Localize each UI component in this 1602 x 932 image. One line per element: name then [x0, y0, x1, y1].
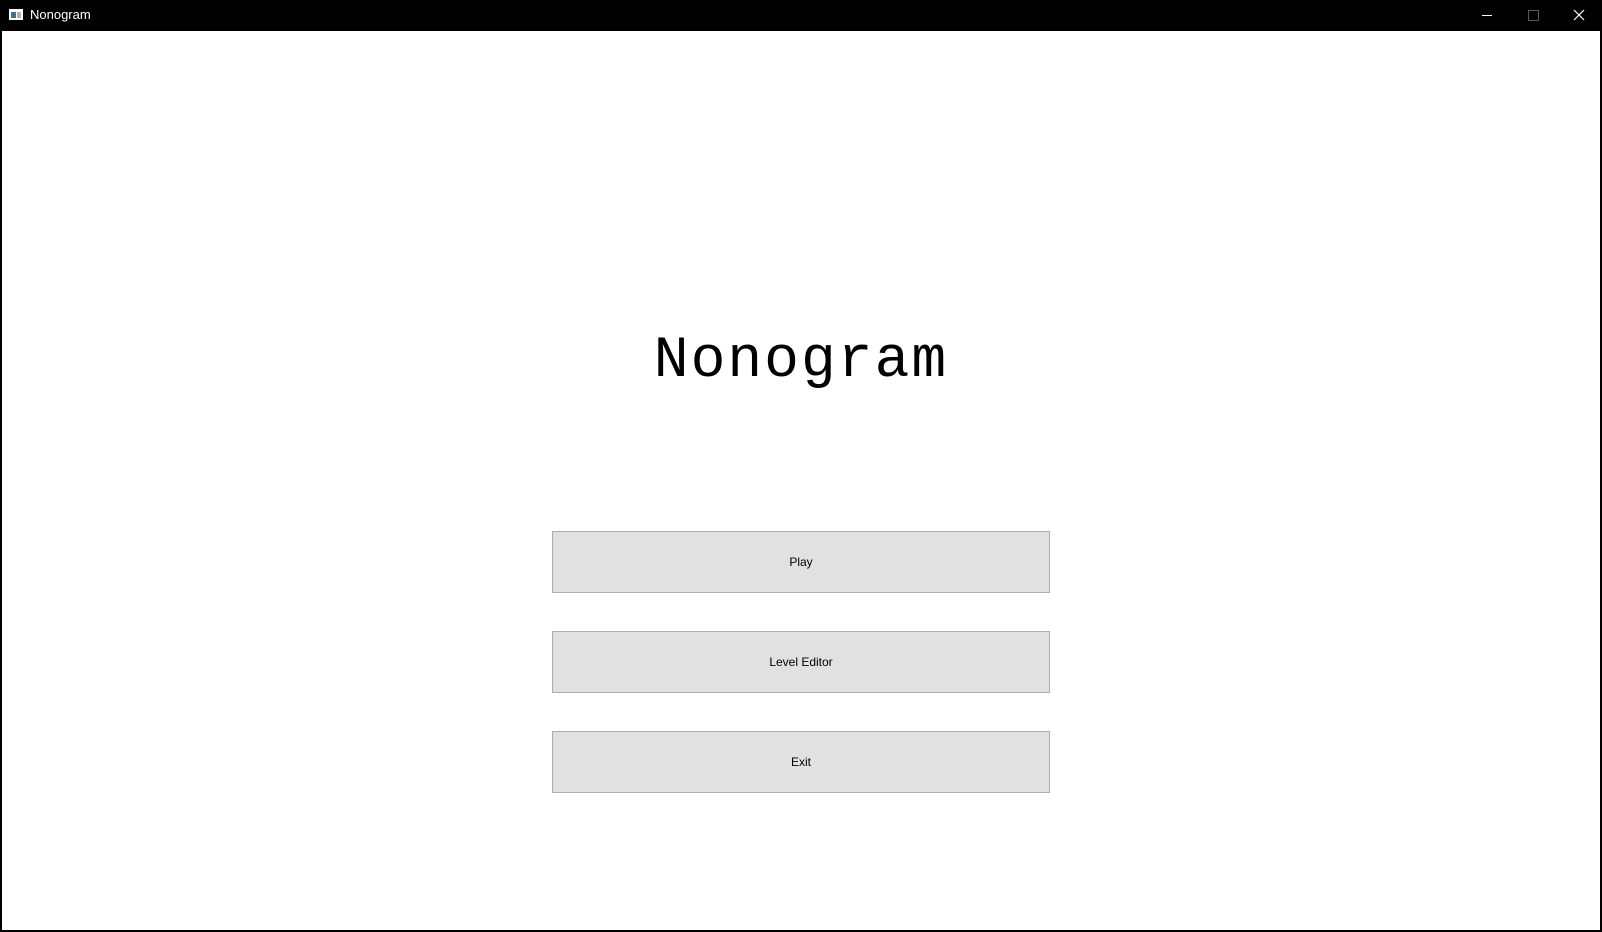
close-icon [1573, 9, 1585, 21]
level-editor-button[interactable]: Level Editor [552, 631, 1050, 693]
minimize-button[interactable] [1464, 0, 1510, 31]
main-menu: Nonogram Play Level Editor Exit [2, 31, 1600, 930]
title-bar[interactable]: Nonogram [0, 0, 1602, 31]
close-button[interactable] [1556, 0, 1602, 31]
play-button[interactable]: Play [552, 531, 1050, 593]
exit-button-label: Exit [790, 755, 811, 769]
minimize-icon [1482, 15, 1492, 16]
game-title: Nonogram [653, 329, 949, 394]
maximize-button[interactable] [1510, 0, 1556, 31]
window-title: Nonogram [30, 7, 91, 22]
play-button-label: Play [789, 555, 813, 569]
level-editor-button-label: Level Editor [769, 655, 833, 669]
app-window-icon [9, 9, 23, 20]
maximize-icon [1528, 10, 1539, 21]
exit-button[interactable]: Exit [552, 731, 1050, 793]
app-window: Nonogram Nonogram Play Level Editor Exit [0, 0, 1602, 932]
